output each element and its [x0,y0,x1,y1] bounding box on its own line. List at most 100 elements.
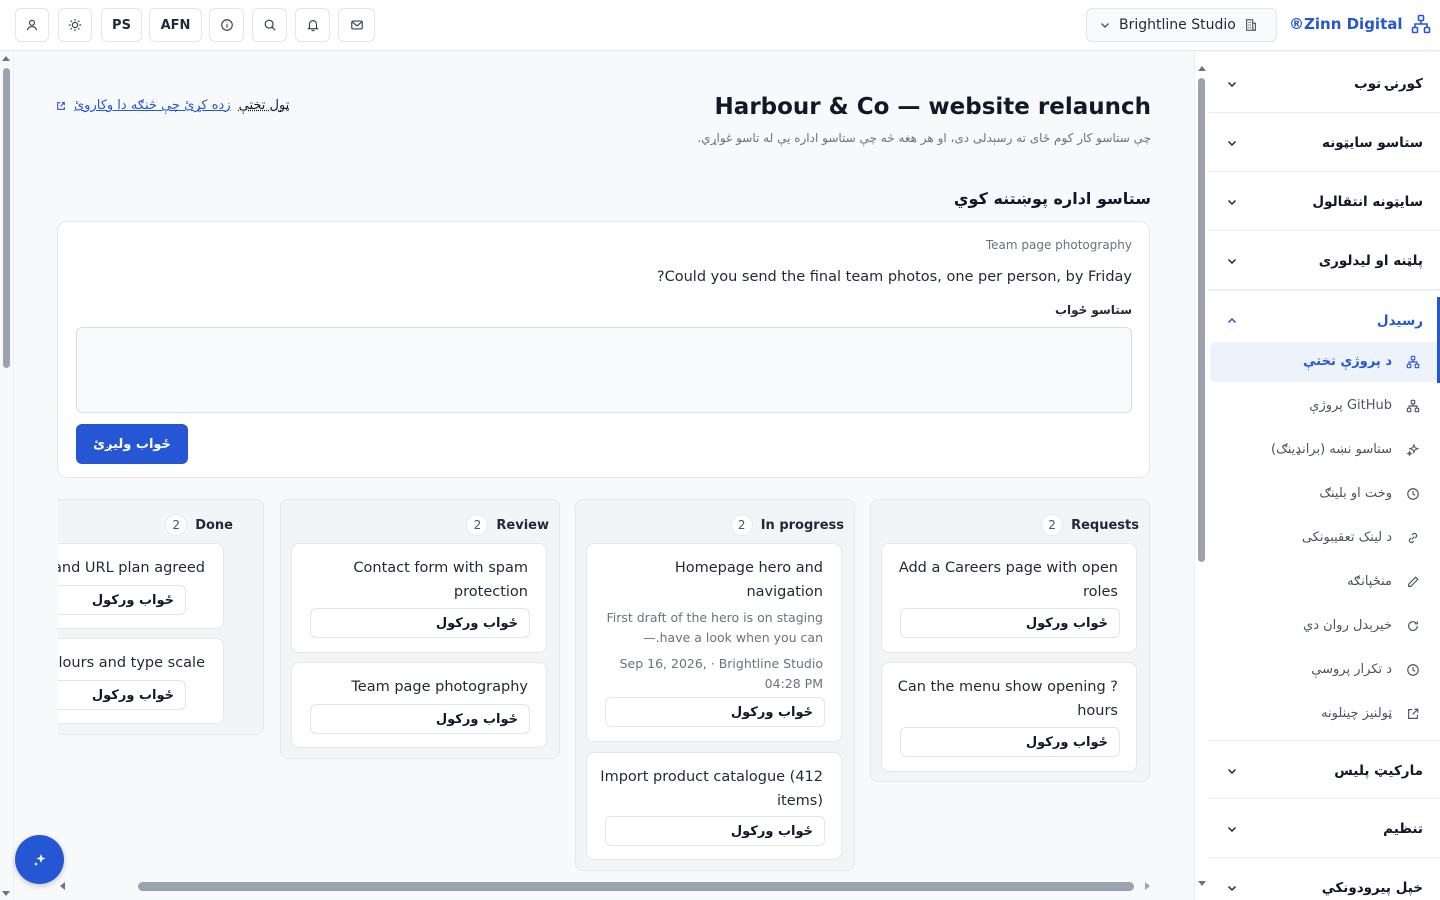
messages-button[interactable] [338,8,375,42]
clock-icon [1407,488,1419,500]
sidebar-section-label: رسیدل [1376,313,1423,329]
kanban-column-review: 2 Review Contact form with spam protecti… [280,499,560,759]
sidebar-item-label: خیرېدل روان دي [1303,618,1392,633]
kanban-card[interactable]: Add a Careers page with open roles ځواب … [881,543,1137,653]
info-button[interactable] [209,8,244,42]
sidebar-section-label: خپل پیرودونکي [1321,880,1423,896]
building-icon [1245,19,1256,31]
sidebar-section-label: ستاسو سایټونه [1322,135,1423,151]
kanban-card[interactable]: Can the menu show opening ?hours ځواب ور… [881,662,1137,772]
kanban-card[interactable]: Homepage hero and navigation First draft… [586,543,842,742]
card-title: Can the menu show opening ?hours [897,679,1118,719]
sidebar-section-sites[interactable]: ستاسو سایټونه [1208,113,1440,172]
notifications-button[interactable] [295,8,330,42]
link-icon [1408,532,1418,544]
column-title: Requests [1071,517,1139,533]
sidebar-item-label: ستاسو نښه (برانډینګ) [1271,442,1392,457]
sidebar-section-label: ماركيټ پلیس [1334,763,1423,779]
card-title: Team page photography [351,679,528,695]
scrollbar-thumb[interactable] [1198,78,1205,562]
sidebar-section-migrate[interactable]: سایټونه انتقالول [1208,172,1440,231]
network-icon [1411,14,1430,34]
currency-button[interactable]: AFN [149,8,202,42]
sidebar-item-project-boards[interactable]: د پروژې تختې [1210,342,1437,382]
language-button[interactable]: PS [101,8,142,42]
scrollbar-thumb[interactable] [138,882,1134,891]
kanban-card[interactable]: Contact form with spam protection ځواب و… [291,543,547,653]
sidebar-section-family[interactable]: کورنۍ توب [1208,54,1440,113]
card-respond-button[interactable]: ځواب ورکول [605,816,825,846]
reply-label: ستاسو ځواب [1054,303,1132,317]
sidebar-section-audit[interactable]: پلټنه او لیدلوری [1208,231,1440,290]
card-respond-button[interactable]: ځواب ورکول [605,697,825,727]
pencil-icon [1408,576,1419,587]
help-link[interactable]: زده کړئ چې څنګه دا وکاروئ [74,98,231,113]
card-description: First draft of the hero is on staging —.… [606,610,823,645]
external-link-icon [57,101,65,110]
ai-assistant-button[interactable] [15,835,64,884]
top-bar: PS AFN Brightline Studio ®Zinn Digital [0,0,1440,51]
main-content: ټول تختې زده کړئ چې څنګه دا وکاروئ Harbo… [14,52,1194,900]
refresh-icon [1408,621,1418,631]
section-title: ستاسو اداره پوښتنه کوي [953,189,1151,208]
sun-icon [68,18,82,32]
sidebar-section-settings[interactable]: تنظیم [1208,799,1440,858]
main-vertical-scrollbar[interactable] [0,52,14,900]
board-clip-edge [14,497,58,747]
card-respond-button[interactable]: ځواب ورکول [310,608,530,638]
reply-textarea[interactable] [76,327,1132,413]
page-title: Harbour & Co — website relaunch [714,94,1151,120]
sidebar-item-branding[interactable]: ستاسو نښه (برانډینګ) [1208,430,1437,470]
mail-icon [350,20,363,30]
brand-name: ®Zinn Digital [1289,15,1403,33]
sidebar-item-label: د تکرار پروسې [1311,662,1392,677]
sidebar-item-content[interactable]: منځپانګه [1208,562,1437,602]
user-button[interactable] [15,8,49,42]
sidebar-section-customers[interactable]: خپل پیرودونکي [1208,858,1440,900]
send-reply-button[interactable]: ځواب ولیږئ [76,424,188,464]
column-count: 2 [730,514,753,536]
breadcrumb-all-boards[interactable]: ټول تختې [239,98,290,113]
sidebar-item-label: د پروژې تختې [1303,354,1392,369]
sidebar-item-time-billing[interactable]: وخت او بلینګ [1208,474,1437,514]
sidebar-item-recurring[interactable]: د تکرار پروسې [1208,650,1437,690]
chevron-up-icon [1227,317,1237,324]
card-respond-button[interactable]: ځواب ورکول [310,704,530,734]
kanban-card[interactable]: Import product catalogue (412 items) ځوا… [586,752,842,860]
sidebar-section-label: پلټنه او لیدلوری [1318,253,1423,269]
brand-logo[interactable]: ®Zinn Digital [1289,14,1431,34]
sidebar-item-in-progress[interactable]: خیرېدل روان دي [1208,606,1437,646]
chevron-down-icon [1227,199,1237,206]
sidebar-item-label: GitHub پروژې [1309,398,1392,413]
theme-toggle-button[interactable] [58,8,92,42]
studio-select[interactable]: Brightline Studio [1086,8,1277,42]
card-title: Contact form with spam protection [353,560,528,600]
chevron-down-icon [1227,81,1237,88]
sidebar-section-marketplace[interactable]: ماركيټ پلیس [1208,740,1440,799]
page-description: چې ستاسو کار کوم ځای ته رسېدلی دی، او هر… [697,131,1151,145]
sidebar-item-social-channels[interactable]: ټولنیز چینلونه [1208,694,1437,734]
github-project-icon [1406,399,1420,413]
breadcrumb: ټول تختې زده کړئ چې څنګه دا وکاروئ [56,98,289,113]
kanban-column-requests: 2 Requests Add a Careers page with open … [870,499,1150,782]
scrollbar-thumb[interactable] [3,68,10,368]
card-respond-button[interactable]: ځواب ورکول [900,608,1120,638]
sidebar-section-delivery[interactable]: رسیدل [1208,290,1440,349]
sidebar-item-link-tracker[interactable]: د لینک تعقیبونکی [1208,518,1437,558]
card-title: Import product catalogue (412 items) [600,769,823,809]
search-button[interactable] [252,8,287,42]
sidebar-item-label: وخت او بلینګ [1319,486,1392,501]
sidebar-item-label: منځپانګه [1347,574,1392,589]
kanban-card[interactable]: Team page photography ځواب ورکول [291,662,547,748]
sidebar-scrollbar[interactable] [1194,52,1208,900]
sidebar-item-github-projects[interactable]: GitHub پروژې [1208,386,1437,426]
chevron-down-icon [1227,826,1237,833]
sparkle-icon [33,853,45,866]
question-text: ?Could you send the final team photos, o… [656,269,1132,285]
sidebar-section-label: تنظیم [1383,821,1423,837]
info-icon [220,19,233,31]
card-respond-button[interactable]: ځواب ورکول [900,727,1120,757]
card-title: Add a Careers page with open roles [898,560,1118,600]
sidebar-section-label: کورنۍ توب [1354,76,1423,92]
board-horizontal-scrollbar[interactable] [58,879,1152,893]
